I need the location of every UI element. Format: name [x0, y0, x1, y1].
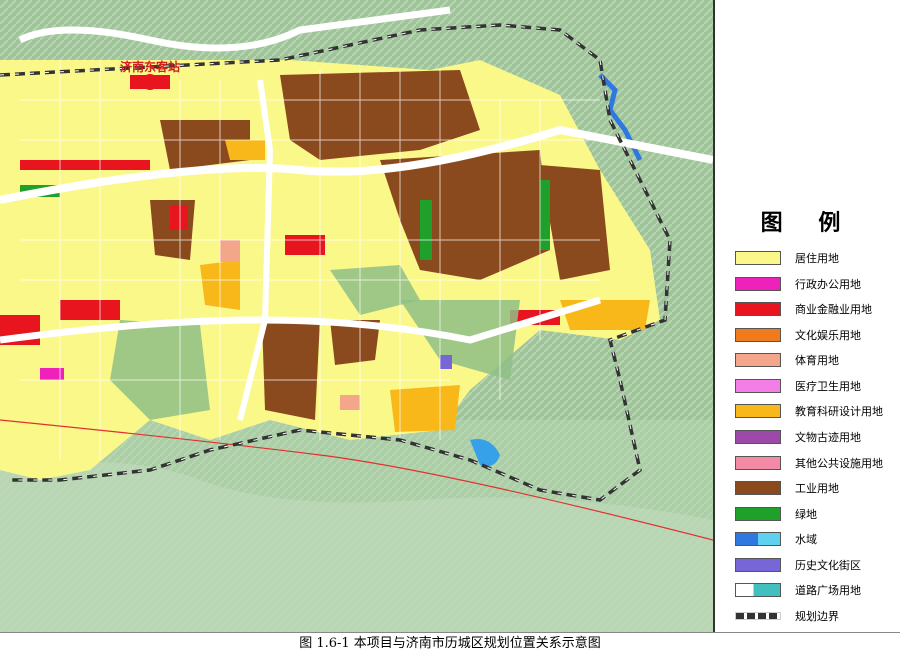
- legend-swatch: [735, 456, 781, 470]
- commercial-strip: [20, 160, 150, 170]
- legend-item: 行政办公用地: [735, 274, 861, 294]
- sports-block: [220, 240, 240, 262]
- legend-item: 绿地: [735, 504, 817, 524]
- planning-map: 济南东客站: [0, 0, 713, 632]
- legend-swatch: [735, 353, 781, 367]
- legend-item: 商业金融业用地: [735, 299, 872, 319]
- legend-label: 居住用地: [795, 252, 839, 265]
- legend-label: 绿地: [795, 508, 817, 521]
- legend-label: 工业用地: [795, 482, 839, 495]
- legend-item: 居住用地: [735, 248, 839, 268]
- legend-item: 规划边界: [735, 606, 839, 626]
- legend: 图 例 居住用地 行政办公用地 商业金融业用地 文化娱乐用地 体育用地 医疗卫生…: [713, 0, 900, 632]
- commercial-block-a: [170, 205, 188, 230]
- legend-swatch: [735, 328, 781, 342]
- legend-swatch: [735, 481, 781, 495]
- legend-swatch: [735, 430, 781, 444]
- legend-swatch: [735, 532, 781, 546]
- legend-label: 行政办公用地: [795, 278, 861, 291]
- legend-item: 水域: [735, 529, 817, 549]
- legend-title: 图 例: [760, 210, 855, 236]
- legend-item: 其他公共设施用地: [735, 453, 883, 473]
- legend-swatch: [735, 404, 781, 418]
- legend-item: 道路广场用地: [735, 580, 861, 600]
- legend-swatch: [735, 379, 781, 393]
- legend-label: 商业金融业用地: [795, 303, 872, 316]
- legend-item: 文物古迹用地: [735, 427, 861, 447]
- map-canvas: [0, 0, 713, 632]
- historic-district: [440, 355, 452, 369]
- legend-swatch: [735, 558, 781, 572]
- legend-swatch: [735, 583, 781, 597]
- education-zone-d: [225, 140, 265, 160]
- legend-item: 教育科研设计用地: [735, 401, 883, 421]
- green-strip-b: [420, 200, 432, 260]
- legend-label: 道路广场用地: [795, 584, 861, 597]
- legend-item: 工业用地: [735, 478, 839, 498]
- legend-swatch: [735, 277, 781, 291]
- legend-label: 文化娱乐用地: [795, 329, 861, 342]
- legend-label: 医疗卫生用地: [795, 380, 861, 393]
- industrial-block-b: [262, 320, 320, 420]
- legend-item: 文化娱乐用地: [735, 325, 861, 345]
- sports-block-b: [340, 395, 360, 410]
- legend-swatch: [735, 302, 781, 316]
- commercial-core: [60, 300, 120, 320]
- legend-label: 水域: [795, 533, 817, 546]
- legend-label: 规划边界: [795, 610, 839, 623]
- station-label: 济南东客站: [120, 60, 181, 74]
- legend-item: 体育用地: [735, 350, 839, 370]
- legend-swatch: [735, 251, 781, 265]
- legend-label: 其他公共设施用地: [795, 457, 883, 470]
- legend-label: 历史文化街区: [795, 559, 861, 572]
- legend-swatch: [735, 507, 781, 521]
- legend-label: 文物古迹用地: [795, 431, 861, 444]
- legend-item: 历史文化街区: [735, 555, 861, 575]
- commercial-station: [130, 75, 170, 89]
- legend-label: 体育用地: [795, 354, 839, 367]
- figure-caption: 图 1.6-1 本项目与济南市历城区规划位置关系示意图: [0, 632, 900, 653]
- commercial-block-b: [285, 235, 325, 255]
- legend-item: 医疗卫生用地: [735, 376, 861, 396]
- legend-swatch: [735, 612, 781, 620]
- legend-label: 教育科研设计用地: [795, 405, 883, 418]
